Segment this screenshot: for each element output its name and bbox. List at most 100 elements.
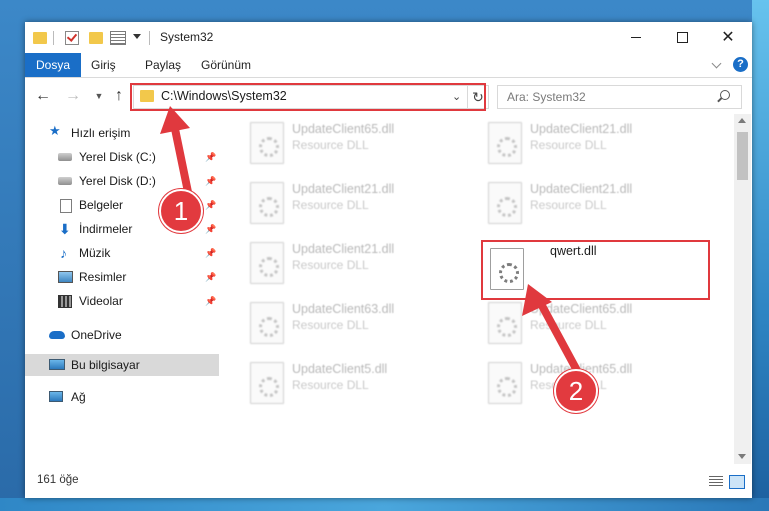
forward-arrow-icon[interactable]: →: [65, 87, 81, 105]
nav-item-this-pc[interactable]: Bu bilgisayar: [25, 354, 219, 376]
star-icon: ★: [49, 123, 61, 138]
customize-toolbar-dropdown-icon[interactable]: [133, 34, 141, 39]
dll-file-icon: [250, 302, 284, 344]
search-icon[interactable]: [720, 90, 730, 100]
dll-file-icon: [250, 122, 284, 164]
tab-view[interactable]: Görünüm: [201, 53, 251, 77]
dll-file-icon: [250, 362, 284, 404]
tab-share[interactable]: Paylaş: [145, 53, 181, 77]
file-type: Resource DLL: [292, 198, 369, 212]
file-highlight-box: [481, 240, 710, 300]
file-item[interactable]: UpdateClient21.dll Resource DLL: [458, 180, 688, 230]
status-bar: 161 öğe: [25, 468, 752, 498]
scroll-thumb[interactable]: [737, 132, 748, 180]
dll-file-icon: [250, 182, 284, 224]
file-item[interactable]: UpdateClient63.dll Resource DLL: [220, 300, 450, 350]
nav-item-label: Müzik: [79, 246, 111, 260]
title-bar: System32 ✕: [25, 22, 752, 53]
expand-ribbon-chevron-icon[interactable]: [711, 58, 722, 69]
maximize-button[interactable]: [659, 22, 705, 53]
nav-item-music[interactable]: ♪ Müzik 📌: [25, 242, 219, 264]
file-item[interactable]: UpdateClient5.dll Resource DLL: [220, 360, 450, 410]
dll-file-icon: [488, 362, 522, 404]
file-name: UpdateClient21.dll: [530, 122, 633, 136]
quick-access-separator: [53, 31, 54, 45]
file-type: Resource DLL: [292, 318, 369, 332]
search-placeholder: Ara: System32: [507, 90, 586, 104]
minimize-button[interactable]: [613, 22, 659, 53]
arrow-2: [522, 284, 584, 380]
properties-check-icon[interactable]: [65, 31, 79, 45]
nav-item-videos[interactable]: Videolar 📌: [25, 290, 219, 312]
file-type: Resource DLL: [292, 378, 369, 392]
pin-icon: 📌: [205, 296, 217, 306]
recent-locations-chevron-icon[interactable]: ▼: [91, 87, 107, 105]
scroll-up-icon[interactable]: [738, 118, 746, 123]
list-properties-icon[interactable]: [110, 31, 126, 45]
pin-icon: 📌: [205, 152, 217, 162]
pin-icon: 📌: [205, 200, 217, 210]
file-item[interactable]: UpdateClient21.dll Resource DLL: [220, 240, 450, 290]
file-item[interactable]: UpdateClient65.dll Resource DLL: [220, 120, 450, 170]
folder-icon: [33, 32, 47, 44]
file-type: Resource DLL: [530, 138, 607, 152]
new-folder-icon[interactable]: [89, 32, 103, 44]
dll-file-icon: [488, 122, 522, 164]
nav-item-network[interactable]: Ağ: [25, 386, 219, 408]
title-separator: [149, 31, 150, 45]
nav-item-label: OneDrive: [71, 328, 122, 342]
tab-home[interactable]: Giriş: [91, 53, 116, 77]
nav-item-label: Belgeler: [79, 198, 124, 212]
pin-icon: 📌: [205, 272, 217, 282]
maximize-icon: [676, 32, 688, 43]
search-input[interactable]: Ara: System32: [497, 85, 742, 109]
step-badge-1: 1: [159, 189, 203, 233]
tiles-view-icon[interactable]: [729, 475, 745, 489]
nav-item-label: Hızlı erişim: [71, 126, 131, 140]
disk-icon: [58, 153, 72, 161]
file-name: UpdateClient21.dll: [292, 182, 395, 196]
computer-icon: [49, 359, 65, 370]
vertical-scrollbar[interactable]: [734, 114, 751, 464]
file-type: Resource DLL: [292, 138, 369, 152]
minimize-icon: [631, 37, 641, 38]
network-icon: [49, 391, 63, 402]
documents-icon: [60, 199, 72, 213]
desktop-edge-right: [752, 0, 769, 511]
details-view-icon[interactable]: [709, 476, 723, 487]
back-arrow-icon[interactable]: ←: [35, 87, 51, 105]
download-icon: ⬇: [59, 221, 71, 237]
pin-icon: 📌: [205, 176, 217, 186]
nav-item-label: Yerel Disk (D:): [79, 174, 156, 188]
ribbon-tabs: Dosya Giriş Paylaş Görünüm ?: [25, 53, 752, 78]
help-icon[interactable]: ?: [733, 57, 748, 72]
pictures-icon: [58, 271, 73, 283]
file-name: UpdateClient63.dll: [292, 302, 395, 316]
nav-item-label: Ağ: [71, 390, 86, 404]
nav-item-pictures[interactable]: Resimler 📌: [25, 266, 219, 288]
file-type: Resource DLL: [530, 198, 607, 212]
nav-item-label: Yerel Disk (C:): [79, 150, 156, 164]
file-type: Resource DLL: [292, 258, 369, 272]
pin-icon: 📌: [205, 224, 217, 234]
arrow-1: [160, 106, 192, 196]
dll-file-icon: [488, 302, 522, 344]
disk-icon: [58, 177, 72, 185]
nav-item-onedrive[interactable]: OneDrive: [25, 324, 219, 346]
close-button[interactable]: ✕: [705, 22, 751, 53]
nav-item-label: İndirmeler: [79, 222, 133, 236]
close-icon: ✕: [721, 28, 735, 46]
tab-file[interactable]: Dosya: [25, 53, 81, 77]
file-item[interactable]: UpdateClient21.dll Resource DLL: [220, 180, 450, 230]
step-badge-2: 2: [554, 369, 598, 413]
item-count: 161 öğe: [37, 474, 79, 486]
nav-item-label: Videolar: [79, 294, 123, 308]
scroll-down-icon[interactable]: [738, 454, 746, 459]
file-item[interactable]: UpdateClient21.dll Resource DLL: [458, 120, 688, 170]
nav-item-label: Bu bilgisayar: [71, 358, 140, 372]
music-icon: ♪: [60, 245, 67, 261]
pin-icon: 📌: [205, 248, 217, 258]
file-name: UpdateClient65.dll: [292, 122, 395, 136]
desktop-edge-bottom: [0, 498, 769, 511]
up-arrow-icon[interactable]: ↑: [111, 87, 127, 105]
